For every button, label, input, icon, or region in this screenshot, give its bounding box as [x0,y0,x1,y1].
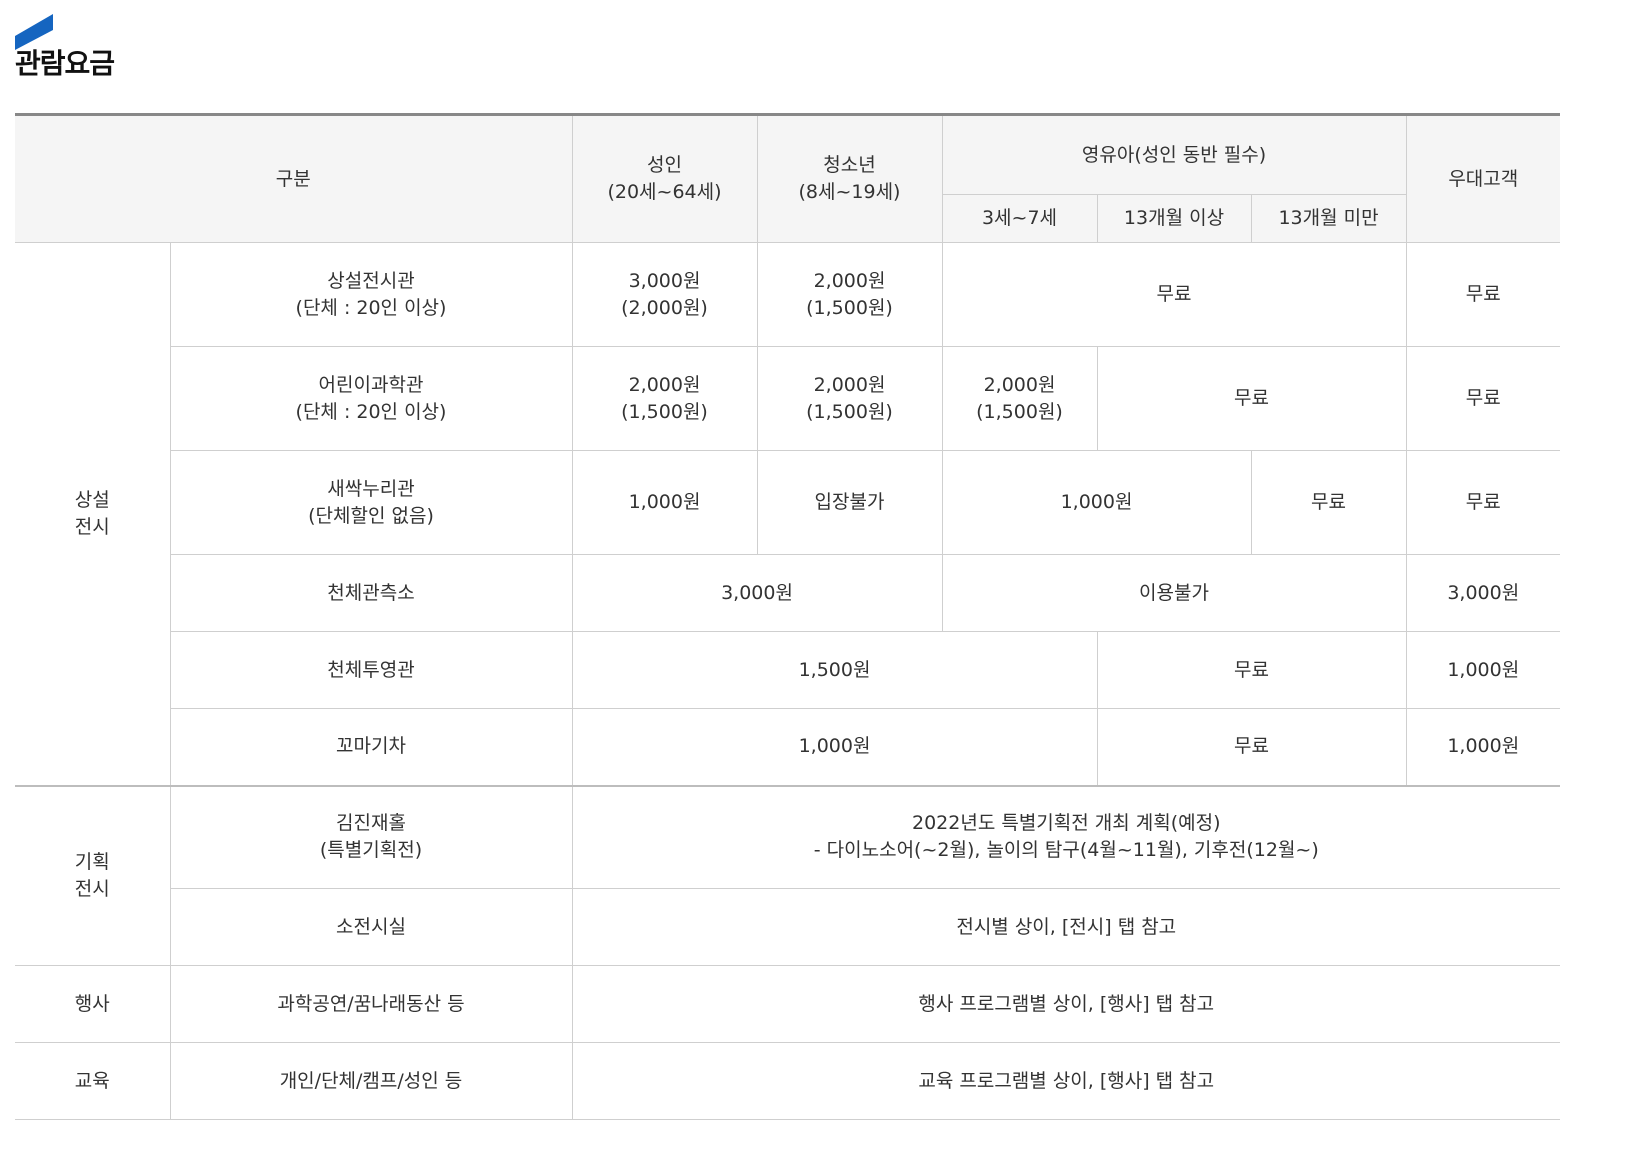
page-title: 관람요금 [15,47,115,80]
row-name-permanent-hall: 상설전시관 (단체 : 20인 이상) [169,242,573,347]
price-preferred: 무료 [1405,242,1561,347]
price-infant-rest: 무료 [1096,346,1407,451]
admission-fee-table: 구분 성인 (20세~64세) 청소년 (8세~19세) 영유아(성인 동반 필… [15,113,1561,1120]
table-row: 상설 전시 상설전시관 (단체 : 20인 이상) 3,000원 (2,000원… [15,242,1561,786]
price-adult: 2,000원 (1,500원) [571,346,758,451]
price-adult: 1,000원 [571,450,758,555]
header-category: 구분 [15,113,573,243]
header-row-1: 구분 성인 (20세~64세) 청소년 (8세~19세) 영유아(성인 동반 필… [15,113,1561,243]
row-name-children-hall: 어린이과학관 (단체 : 20인 이상) [170,346,573,451]
price-preferred: 3,000원 [1405,554,1561,632]
price-youth: 입장불가 [756,450,943,555]
row-name-planetarium: 천체투영관 [170,631,573,709]
info-small-hall: 전시별 상이, [전시] 탭 참고 [571,888,1561,966]
header-infant-group: 영유아(성인 동반 필수) [941,113,1407,195]
row-name-train: 꼬마기차 [170,708,573,786]
row-name-education: 개인/단체/캠프/성인 등 [169,1042,573,1120]
price-age-3-13m: 1,000원 [941,450,1252,555]
price-preferred: 무료 [1405,346,1561,451]
price-under-13-months: 무료 [1250,450,1407,555]
price-youth: 2,000원 (1,500원) [756,346,943,451]
price-infant: 무료 [941,242,1407,347]
row-name-saessak-hall: 새싹누리관 (단체할인 없음) [170,450,573,555]
table-row: 천체투영관 1,500원 무료 1,000원 [15,631,1561,709]
table-row: 어린이과학관 (단체 : 20인 이상) 2,000원 (1,500원) 2,0… [15,346,1561,451]
table-row: 소전시실 전시별 상이, [전시] 탭 참고 [15,888,1561,966]
header-age-3-7: 3세~7세 [942,194,1098,243]
info-education: 교육 프로그램별 상이, [행사] 탭 참고 [571,1042,1561,1120]
header-youth: 청소년 (8세~19세) [756,113,943,243]
header-13-months-plus: 13개월 이상 [1096,194,1252,243]
price-general: 1,500원 [571,631,1098,709]
group-event: 행사 [15,965,171,1043]
group-education: 교육 [15,1042,171,1120]
price-preferred: 무료 [1405,450,1561,555]
price-infant-rest: 무료 [1096,631,1407,709]
price-age-3-7: 2,000원 (1,500원) [941,346,1098,451]
header-under-13-months: 13개월 미만 [1250,194,1407,243]
row-name-observatory: 천체관측소 [170,554,573,632]
price-infant: 이용불가 [941,554,1407,632]
row-name-event: 과학공연/꿈나래동산 등 [169,965,573,1043]
price-youth: 2,000원 (1,500원) [756,242,943,347]
price-infant-rest: 무료 [1096,708,1407,786]
row-name-small-hall: 소전시실 [170,888,573,966]
price-adult-youth: 3,000원 [571,554,943,632]
group-permanent: 상설 전시 [15,242,171,786]
price-general: 1,000원 [571,708,1098,786]
group-special: 기획 전시 [15,784,171,966]
table-row: 기획 전시 김진재홀 (특별기획전) 2022년도 특별기획전 개최 계획(예정… [15,784,1561,966]
info-event: 행사 프로그램별 상이, [행사] 탭 참고 [571,965,1561,1043]
info-kimjin-hall: 2022년도 특별기획전 개최 계획(예정) - 다이노소어(~2월), 놀이의… [571,784,1561,889]
table-row: 새싹누리관 (단체할인 없음) 1,000원 입장불가 1,000원 무료 무료 [15,450,1561,555]
table-row: 교육 개인/단체/캠프/성인 등 교육 프로그램별 상이, [행사] 탭 참고 [15,1042,1561,1120]
price-adult: 3,000원 (2,000원) [571,242,758,347]
table-row: 천체관측소 3,000원 이용불가 3,000원 [15,554,1561,632]
table-row: 꼬마기차 1,000원 무료 1,000원 [15,708,1561,786]
row-name-kimjin-hall: 김진재홀 (특별기획전) [169,784,573,889]
table-row: 행사 과학공연/꿈나래동산 등 행사 프로그램별 상이, [행사] 탭 참고 [15,965,1561,1043]
header-adult: 성인 (20세~64세) [571,113,758,243]
price-preferred: 1,000원 [1405,631,1561,709]
price-preferred: 1,000원 [1405,708,1561,786]
header-preferred: 우대고객 [1405,113,1561,243]
